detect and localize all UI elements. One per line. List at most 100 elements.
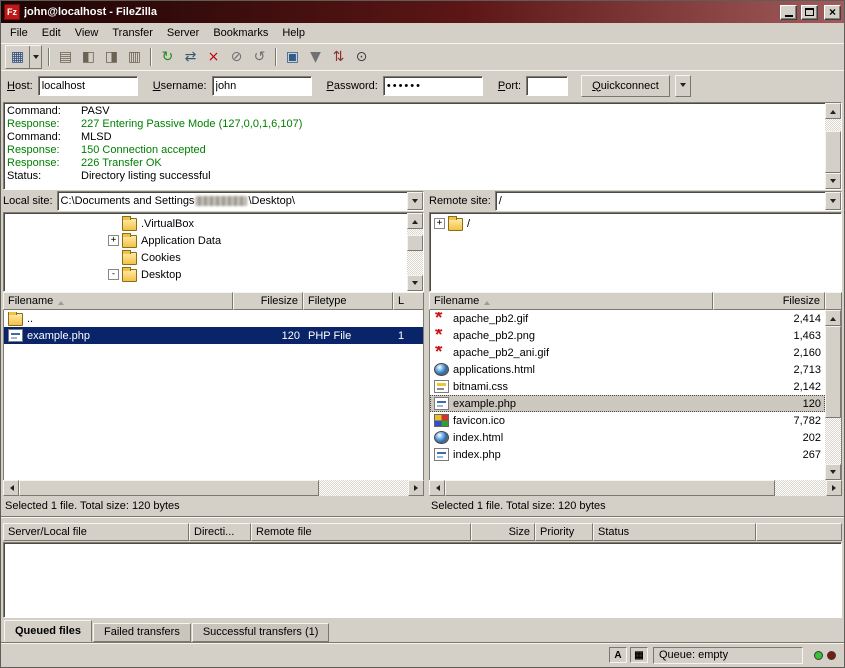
refresh-icon[interactable]: ↻ (156, 46, 179, 68)
remote-file-row[interactable]: applications.html2,713 (430, 361, 825, 378)
local-tree-scrollbar[interactable] (407, 213, 423, 291)
remote-horizontal-scrollbar[interactable] (429, 480, 842, 496)
remote-file-row[interactable]: index.php267 (430, 446, 825, 463)
local-file-row[interactable]: .. (4, 310, 423, 327)
column-header-priority[interactable]: Priority (535, 523, 593, 541)
column-header-col[interactable] (756, 523, 842, 541)
directory-comparison-icon[interactable]: ▣ (281, 46, 304, 68)
process-queue-icon[interactable]: ⇄ (179, 46, 202, 68)
remote-path[interactable]: / (496, 192, 825, 210)
maximize-restore-button[interactable] (801, 5, 818, 20)
scroll-right-button[interactable] (826, 480, 842, 496)
log-vertical-scrollbar[interactable] (825, 103, 841, 189)
scroll-left-button[interactable] (3, 480, 19, 496)
remote-file-row[interactable]: bitnami.css2,142 (430, 378, 825, 395)
column-header-directi[interactable]: Directi... (189, 523, 251, 541)
local-file-row[interactable]: example.php120PHP File1 (4, 327, 423, 344)
column-header-filesize[interactable]: Filesize (233, 292, 303, 310)
expand-plus-icon[interactable]: + (434, 218, 445, 229)
find-files-icon[interactable]: ⊙ (350, 46, 373, 68)
column-header-filetype[interactable]: Filetype (303, 292, 393, 310)
scroll-track[interactable] (407, 229, 423, 275)
menu-item-bookmarks[interactable]: Bookmarks (206, 24, 275, 42)
scroll-thumb[interactable] (407, 235, 423, 251)
column-header-status[interactable]: Status (593, 523, 756, 541)
password-input[interactable] (383, 76, 483, 96)
collapse-minus-icon[interactable]: - (108, 269, 119, 280)
scroll-up-button[interactable] (825, 310, 841, 326)
close-button[interactable]: × (824, 5, 841, 20)
remote-path-dropdown-button[interactable] (825, 192, 841, 210)
site-manager-dropdown-button[interactable] (29, 46, 41, 68)
username-input[interactable] (212, 76, 312, 96)
menu-item-edit[interactable]: Edit (35, 24, 68, 42)
scroll-down-button[interactable] (407, 275, 423, 291)
host-input[interactable] (38, 76, 138, 96)
scroll-track[interactable] (825, 326, 841, 464)
reconnect-icon[interactable]: ↺ (248, 46, 271, 68)
menu-item-transfer[interactable]: Transfer (105, 24, 160, 42)
column-header-filesize[interactable]: Filesize (713, 292, 825, 310)
tree-item-col[interactable]: +/ (430, 215, 841, 232)
disconnect-icon[interactable]: ⊘ (225, 46, 248, 68)
transfer-queue-list[interactable] (3, 542, 842, 618)
remote-site-combobox[interactable]: / (495, 191, 842, 211)
remote-file-row[interactable]: favicon.ico7,782 (430, 412, 825, 429)
toggle-remote-tree-icon[interactable]: ◨ (100, 46, 123, 68)
toggle-message-log-icon[interactable]: ▤ (54, 46, 77, 68)
toggle-local-tree-icon[interactable]: ◧ (77, 46, 100, 68)
tree-item-cookies[interactable]: Cookies (4, 249, 407, 266)
tab-successful-transfers-1[interactable]: Successful transfers (1) (192, 623, 330, 642)
column-header-filename[interactable]: Filename (429, 292, 713, 310)
scroll-up-button[interactable] (825, 103, 841, 119)
synchronized-browsing-icon[interactable]: ⇅ (327, 46, 350, 68)
minimize-button[interactable] (780, 5, 797, 20)
quickconnect-button[interactable]: Quickconnect (581, 75, 670, 97)
column-header-filename[interactable]: Filename (3, 292, 233, 310)
scroll-up-button[interactable] (407, 213, 423, 229)
scroll-right-button[interactable] (408, 480, 424, 496)
remote-file-row[interactable]: apache_pb2.png1,463 (430, 327, 825, 344)
scroll-left-button[interactable] (429, 480, 445, 496)
column-header-size[interactable]: Size (471, 523, 535, 541)
scroll-thumb[interactable] (825, 326, 841, 418)
local-horizontal-scrollbar[interactable] (3, 480, 424, 496)
scroll-down-button[interactable] (825, 173, 841, 189)
filter-icon[interactable]: ▼ (304, 46, 327, 68)
remote-file-row[interactable]: example.php120 (430, 395, 825, 412)
menu-item-view[interactable]: View (68, 24, 106, 42)
tab-queued-files[interactable]: Queued files (4, 620, 92, 642)
column-header-server-local-file[interactable]: Server/Local file (3, 523, 189, 541)
column-header-col[interactable] (825, 292, 842, 310)
tab-failed-transfers[interactable]: Failed transfers (93, 623, 191, 642)
site-manager-icon[interactable]: ▦ (6, 46, 29, 68)
local-path-dropdown-button[interactable] (407, 192, 423, 210)
filezilla-logo-icon[interactable]: Fz (4, 4, 20, 20)
remote-file-row[interactable]: apache_pb2_ani.gif2,160 (430, 344, 825, 361)
local-path[interactable]: C:\Documents and Settings\Desktop\ (58, 192, 407, 210)
local-site-combobox[interactable]: C:\Documents and Settings\Desktop\ (57, 191, 424, 211)
scroll-track[interactable] (445, 480, 826, 496)
menu-item-help[interactable]: Help (275, 24, 312, 42)
scroll-down-button[interactable] (825, 464, 841, 480)
tree-item-application-data[interactable]: +Application Data (4, 232, 407, 249)
scroll-thumb[interactable] (19, 480, 319, 496)
remote-list-scrollbar[interactable] (825, 310, 841, 480)
quickconnect-dropdown-button[interactable] (675, 75, 691, 97)
scroll-thumb[interactable] (825, 131, 841, 173)
column-header-remote-file[interactable]: Remote file (251, 523, 471, 541)
tree-item-virtualbox[interactable]: .VirtualBox (4, 215, 407, 232)
tree-item-desktop[interactable]: -Desktop (4, 266, 407, 283)
cancel-icon[interactable]: × (202, 46, 225, 68)
toggle-queue-icon[interactable]: ▥ (123, 46, 146, 68)
menu-item-server[interactable]: Server (160, 24, 206, 42)
column-header-l[interactable]: L (393, 292, 424, 310)
scroll-thumb[interactable] (445, 480, 775, 496)
scroll-track[interactable] (19, 480, 408, 496)
remote-file-row[interactable]: index.html202 (430, 429, 825, 446)
expand-plus-icon[interactable]: + (108, 235, 119, 246)
menu-item-file[interactable]: File (3, 24, 35, 42)
remote-file-row[interactable]: apache_pb2.gif2,414 (430, 310, 825, 327)
port-input[interactable] (526, 76, 568, 96)
scroll-track[interactable] (825, 119, 841, 173)
